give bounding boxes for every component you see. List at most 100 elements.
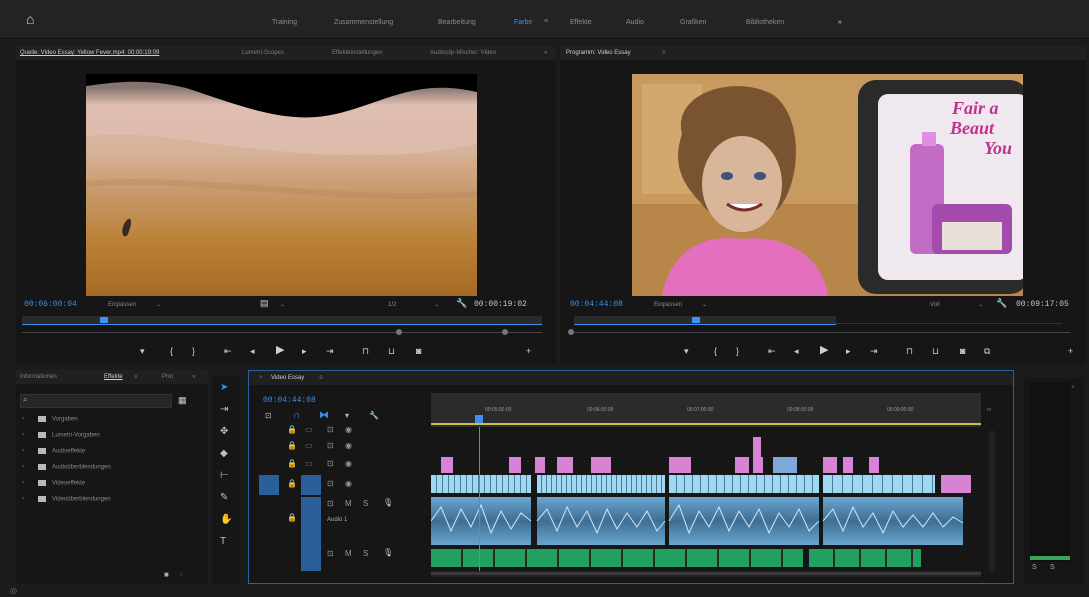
lock-icon[interactable]: 🔒 <box>287 441 297 450</box>
microphone-icon[interactable]: 🎙 <box>383 548 393 557</box>
list-item[interactable]: › Lumetri-Vorgaben <box>22 432 100 439</box>
workspace-training[interactable]: Training <box>272 19 297 26</box>
video-clip[interactable] <box>537 475 665 493</box>
panel-menu-icon[interactable]: ≡ <box>662 50 666 56</box>
mute-icon[interactable]: M <box>345 549 352 558</box>
list-item[interactable]: › Audioüberblendungen <box>22 464 111 471</box>
ripple-edit-tool-icon[interactable]: ✥ <box>220 426 228 437</box>
chevron-right-icon[interactable]: › <box>22 480 24 486</box>
lock-icon[interactable]: 🔒 <box>287 513 297 522</box>
source-resolution-dropdown[interactable]: 1/2 <box>388 302 396 308</box>
program-current-timecode[interactable]: 00:04:44:08 <box>570 300 623 309</box>
camera-icon[interactable]: ◙ <box>416 347 421 356</box>
selection-tool-icon[interactable]: ➤ <box>220 382 228 393</box>
add-button-icon[interactable]: + <box>1068 347 1073 356</box>
go-to-out-icon[interactable]: ⇥ <box>326 347 334 356</box>
list-item[interactable]: › Vorgaben <box>22 416 78 423</box>
sync-lock-icon[interactable]: ▭ <box>305 459 313 468</box>
panel-menu-icon[interactable]: ≡ <box>134 374 138 380</box>
play-icon[interactable]: ▶ <box>276 345 284 356</box>
go-to-out-icon[interactable]: ⇥ <box>870 347 878 356</box>
toggle-output-icon[interactable]: ⊡ <box>327 459 334 468</box>
compare-view-icon[interactable]: ⧉ <box>984 347 990 356</box>
panel-menu-icon[interactable]: ≡ <box>319 375 323 381</box>
chevron-down-icon[interactable]: ⌄ <box>280 301 285 308</box>
eye-icon[interactable]: ◉ <box>345 479 352 488</box>
workspace-menu-icon[interactable]: ≡ <box>544 18 548 25</box>
program-playhead[interactable] <box>692 317 700 323</box>
mark-out-icon[interactable]: } <box>192 347 195 356</box>
scroll-thumb[interactable] <box>431 572 981 575</box>
video-clip[interactable] <box>509 457 521 473</box>
chevron-down-icon[interactable]: ⌄ <box>156 301 161 308</box>
source-scrub-bar[interactable] <box>22 316 542 325</box>
toggle-output-icon[interactable]: ⊡ <box>327 549 334 558</box>
wrench-icon[interactable]: 🔧 <box>996 299 1007 308</box>
solo-icon[interactable]: S <box>363 499 368 508</box>
audio-clip[interactable] <box>809 549 921 567</box>
tab-lumetri-scopes[interactable]: Lumetri-Scopes <box>242 50 284 56</box>
tab-audio-clip-mixer[interactable]: Audioclip-Mischer: Video <box>430 50 496 56</box>
lock-icon[interactable]: 🔒 <box>287 459 297 468</box>
chevron-right-icon[interactable]: › <box>22 448 24 454</box>
source-playhead[interactable] <box>100 317 108 323</box>
video-clip[interactable] <box>431 475 531 493</box>
workspace-color[interactable]: Farbe <box>514 19 532 26</box>
tab-effect-controls[interactable]: Effekteinstellungen <box>332 50 383 56</box>
tabs-overflow-icon[interactable]: » <box>192 374 195 380</box>
eye-icon[interactable]: ◉ <box>345 459 352 468</box>
video-clip[interactable] <box>823 475 935 493</box>
workspace-editing[interactable]: Bearbeitung <box>438 19 476 26</box>
workspace-libraries[interactable]: Bibliotheken <box>746 19 784 26</box>
overwrite-icon[interactable]: ⊔ <box>388 347 395 356</box>
wrench-icon[interactable]: 🔧 <box>369 411 379 420</box>
audio-clip[interactable] <box>431 549 803 567</box>
lock-icon[interactable]: 🔒 <box>287 479 297 488</box>
tab-effects[interactable]: Effekte <box>104 374 123 380</box>
video-clip[interactable] <box>773 457 797 473</box>
program-scrub-bar[interactable] <box>574 316 836 325</box>
program-zoom-bar[interactable] <box>574 332 1070 333</box>
mark-in-icon[interactable]: { <box>170 347 173 356</box>
track-target-v1[interactable] <box>301 475 321 495</box>
source-current-timecode[interactable]: 00:06:00:04 <box>24 300 77 309</box>
video-clip[interactable] <box>753 457 763 473</box>
tabs-overflow-icon[interactable]: » <box>544 50 547 56</box>
home-icon[interactable]: ⌂ <box>26 12 40 26</box>
tab-history[interactable]: Prot <box>162 374 173 380</box>
new-bin-icon[interactable]: ▦ <box>178 395 187 406</box>
source-fit-dropdown[interactable]: Einpassen <box>108 302 136 308</box>
workspace-effects[interactable]: Effekte <box>570 19 592 26</box>
work-area-bar[interactable] <box>431 423 981 425</box>
video-clip[interactable] <box>941 475 971 493</box>
timeline-tracks-area[interactable] <box>431 427 981 571</box>
go-to-in-icon[interactable]: ⇤ <box>768 347 776 356</box>
timeline-ruler[interactable]: 00:05:00:00 00:06:00:00 00:07:00:00 00:0… <box>431 393 981 427</box>
insert-icon[interactable]: ⊓ <box>362 347 369 356</box>
workspace-graphics[interactable]: Grafiken <box>680 19 706 26</box>
timeline-horizontal-scrollbar[interactable] <box>431 571 981 577</box>
tab-sequence[interactable]: Video Essay <box>271 375 304 381</box>
tab-program[interactable]: Programm: Video Essay <box>566 50 631 56</box>
source-zoom-handle[interactable] <box>396 329 402 335</box>
timeline-timecode[interactable]: 00:04:44:08 <box>263 396 316 405</box>
toggle-output-icon[interactable]: ⊡ <box>327 425 334 434</box>
new-folder-icon[interactable]: ■ <box>164 570 169 579</box>
microphone-icon[interactable]: 🎙 <box>383 498 393 507</box>
video-clip[interactable] <box>753 437 761 457</box>
eye-icon[interactable]: ◉ <box>345 441 352 450</box>
toggle-output-icon[interactable]: ⊡ <box>327 441 334 450</box>
program-fit-dropdown[interactable]: Einpassen <box>654 302 682 308</box>
video-clip[interactable] <box>843 457 853 473</box>
delete-icon[interactable]: ▫ <box>180 570 183 579</box>
add-marker-icon[interactable]: ▾ <box>345 411 349 420</box>
chevron-right-icon[interactable]: › <box>22 432 24 438</box>
program-resolution-dropdown[interactable]: Voll <box>930 302 940 308</box>
sync-lock-icon[interactable]: ▭ <box>305 441 313 450</box>
list-item[interactable]: › Videoüberblendungen <box>22 496 111 503</box>
toggle-output-icon[interactable]: ⊡ <box>327 479 334 488</box>
eye-icon[interactable]: ◉ <box>345 425 352 434</box>
solo-icon[interactable]: S <box>363 549 368 558</box>
video-clip[interactable] <box>823 457 837 473</box>
camera-icon[interactable]: ◙ <box>960 347 965 356</box>
